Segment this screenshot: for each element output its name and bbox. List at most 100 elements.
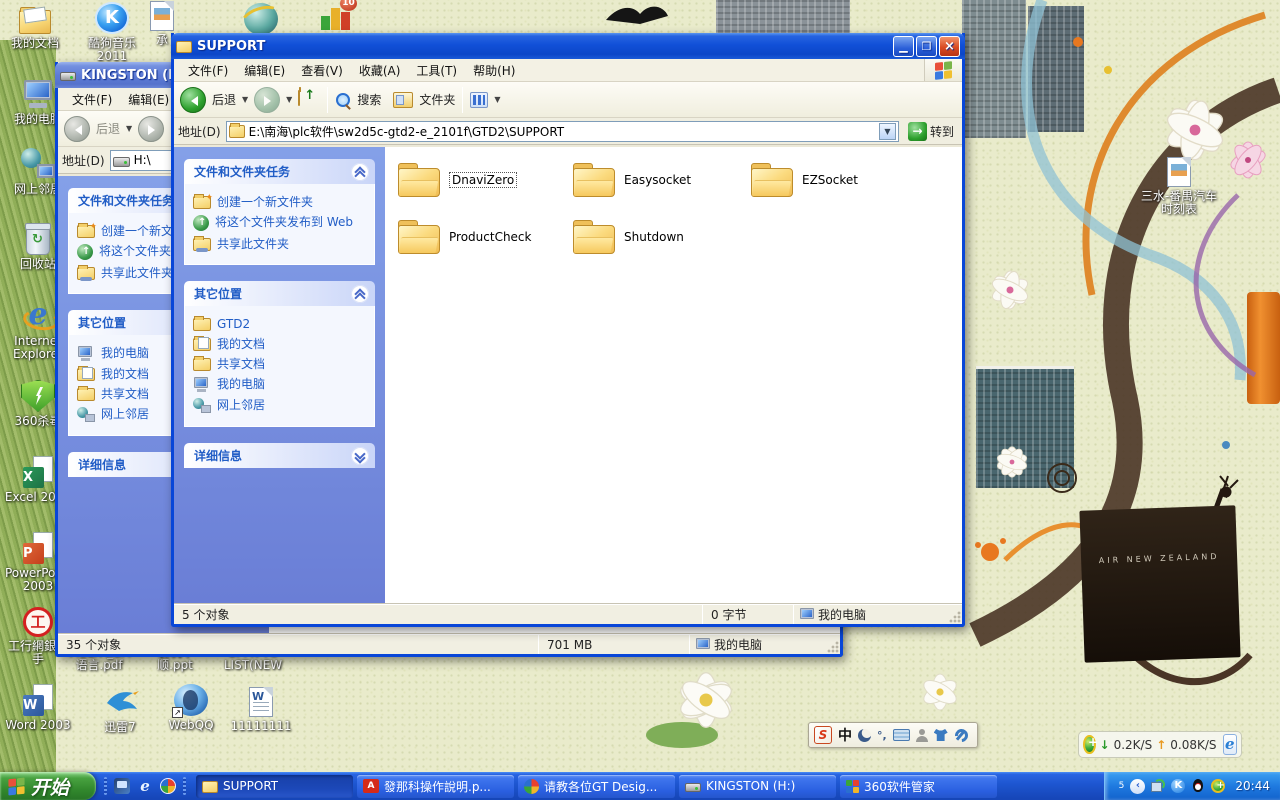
support-body: 文件和文件夹任务 创建一个新文件夹 将这个文件夹发布到 Web 共享此文件夹 其… (174, 147, 962, 604)
folder-item-shutdown[interactable]: Shutdown (573, 214, 745, 260)
up-button[interactable] (298, 91, 320, 109)
desktop-icon-webqq[interactable]: ↗ WebQQ (156, 684, 226, 732)
forward-button[interactable] (138, 116, 164, 142)
desktop-icon-word[interactable]: W Word 2003 (3, 684, 73, 732)
menu-file[interactable]: 文件(F) (180, 59, 236, 82)
toolbar-handle[interactable] (104, 777, 107, 795)
menu-edit[interactable]: 编辑(E) (236, 59, 293, 82)
menu-help[interactable]: 帮助(H) (465, 59, 523, 82)
folder-item-easysocket[interactable]: Easysocket (573, 157, 745, 203)
forward-dropdown-icon[interactable]: ▼ (286, 95, 292, 104)
resize-grip[interactable] (948, 610, 961, 623)
views-icon[interactable] (470, 92, 488, 108)
desktop-icon-xunlei[interactable]: 迅雷7 (85, 686, 155, 734)
pinwheel-browser-icon[interactable] (160, 778, 176, 794)
ime-fullwidth-icon[interactable] (858, 729, 871, 742)
show-desktop-icon[interactable] (114, 778, 130, 794)
soft-keyboard-icon[interactable] (893, 729, 910, 741)
task-share-folder[interactable]: 共享此文件夹 (193, 234, 366, 254)
my-computer-icon (800, 608, 814, 619)
menu-view[interactable]: 查看(V) (293, 59, 351, 82)
folder-item-dnavizero[interactable]: DnaviZero (398, 157, 570, 203)
address-input[interactable]: E:\南海\plc软件\sw2d5c-gtd2-e_2101f\GTD2\SUP… (226, 121, 899, 142)
menu-tools[interactable]: 工具(T) (408, 59, 465, 82)
desktop-icon-sanshui[interactable]: 三水-番禺汽车时刻表 (1140, 156, 1218, 216)
kugou-tray-icon[interactable]: K (1171, 779, 1185, 793)
folders-icon[interactable] (393, 92, 413, 108)
collapse-icon[interactable] (351, 285, 369, 303)
ie-launcher-icon[interactable]: e (1223, 734, 1237, 755)
folders-label: 文件夹 (419, 91, 455, 108)
forward-button[interactable] (254, 87, 280, 113)
place-my-documents[interactable]: 我的文档 (193, 334, 366, 354)
collapse-icon[interactable] (351, 163, 369, 181)
maximize-button[interactable]: ❒ (916, 36, 937, 57)
back-dropdown-icon[interactable]: ▼ (126, 124, 132, 133)
other-places-header[interactable]: 其它位置 (184, 281, 375, 306)
share-folder-icon (77, 267, 95, 280)
start-button[interactable]: 开始 (0, 772, 96, 800)
go-button[interactable]: →转到 (904, 122, 958, 141)
expand-icon[interactable] (351, 447, 369, 465)
place-shared-documents[interactable]: 共享文档 (193, 354, 366, 374)
desktop-icon-chart10-app[interactable]: 10 (301, 0, 371, 32)
desktop-icon-11111111[interactable]: 11111111 (226, 686, 296, 733)
address-dropdown-icon[interactable]: ▼ (879, 123, 896, 140)
back-button[interactable] (180, 87, 206, 113)
minimize-button[interactable]: ▁ (893, 36, 914, 57)
ime-skin-icon[interactable] (934, 729, 948, 741)
place-my-computer[interactable]: 我的电脑 (193, 374, 366, 395)
toolbar-handle[interactable] (183, 777, 186, 795)
wallpaper-building (976, 366, 1074, 488)
network-speed-widget[interactable]: ↓ 0.2K/S ↑ 0.08K/S e (1078, 731, 1242, 758)
desktop-icon-my-documents[interactable]: 我的文档 (0, 4, 70, 50)
sogou-icon[interactable]: S (814, 726, 832, 744)
desktop-icon-globe-app[interactable] (226, 3, 296, 35)
search-icon[interactable] (335, 92, 351, 108)
tray-collapse-icon[interactable]: ‹ (1130, 779, 1145, 794)
network-tray-icon[interactable] (1151, 779, 1165, 793)
folder-icon (229, 125, 245, 138)
taskbar-button-360-manager[interactable]: 360软件管家 (840, 775, 997, 798)
views-dropdown-icon[interactable]: ▼ (494, 95, 500, 104)
folder-icon (573, 163, 615, 197)
menu-edit[interactable]: 编辑(E) (120, 88, 177, 111)
tasks-panel-header[interactable]: 文件和文件夹任务 (184, 159, 375, 184)
drive-icon (685, 783, 701, 792)
resize-grip[interactable] (826, 640, 839, 653)
word-doc-icon (249, 687, 273, 717)
ime-chinese-mode[interactable]: 中 (838, 725, 852, 745)
place-network[interactable]: 网上邻居 (193, 395, 366, 416)
details-header[interactable]: 详细信息 (184, 443, 375, 468)
ie-quicklaunch-icon[interactable]: e (137, 778, 153, 794)
my-documents-icon (77, 368, 95, 381)
status-location: 我的电脑 (690, 635, 840, 654)
xunlei-bird-icon (103, 686, 137, 718)
menu-file[interactable]: 文件(F) (64, 88, 120, 111)
360-tray-icon[interactable] (1211, 779, 1225, 793)
ime-account-icon[interactable] (916, 729, 928, 742)
wallpaper-text: AIR NEW ZEALAND (1081, 551, 1237, 565)
folder-item-ezsocket[interactable]: EZSocket (751, 157, 923, 203)
qq-tray-icon[interactable] (1191, 779, 1205, 793)
taskbar-button-kingston[interactable]: KINGSTON (H:) (679, 775, 836, 798)
place-gtd2[interactable]: GTD2 (193, 314, 366, 334)
kingston-statusbar: 35 个对象 701 MB 我的电脑 (58, 634, 840, 654)
taskbar-button-support[interactable]: SUPPORT (196, 775, 353, 798)
task-new-folder[interactable]: 创建一个新文件夹 (193, 192, 366, 212)
task-publish-web[interactable]: 将这个文件夹发布到 Web (193, 212, 366, 234)
image-file-icon (1167, 157, 1191, 187)
details-panel: 详细信息 (184, 443, 375, 468)
back-button[interactable] (64, 116, 90, 142)
back-dropdown-icon[interactable]: ▼ (242, 95, 248, 104)
taskbar-button-pdf[interactable]: A 發那科操作說明.p... (357, 775, 514, 798)
ime-settings-icon[interactable] (954, 729, 967, 742)
close-button[interactable]: × (939, 36, 960, 57)
menu-favorites[interactable]: 收藏(A) (351, 59, 409, 82)
folder-item-productcheck[interactable]: ProductCheck (398, 214, 570, 260)
ime-punctuation[interactable]: °, (877, 729, 887, 742)
support-addressbar: 地址(D) E:\南海\plc软件\sw2d5c-gtd2-e_2101f\GT… (174, 118, 962, 145)
taskbar-button-gt-designer[interactable]: 请教各位GT Desig... (518, 775, 675, 798)
support-titlebar[interactable]: SUPPORT ▁ ❒ × (171, 33, 965, 59)
grid-icon (846, 780, 859, 793)
